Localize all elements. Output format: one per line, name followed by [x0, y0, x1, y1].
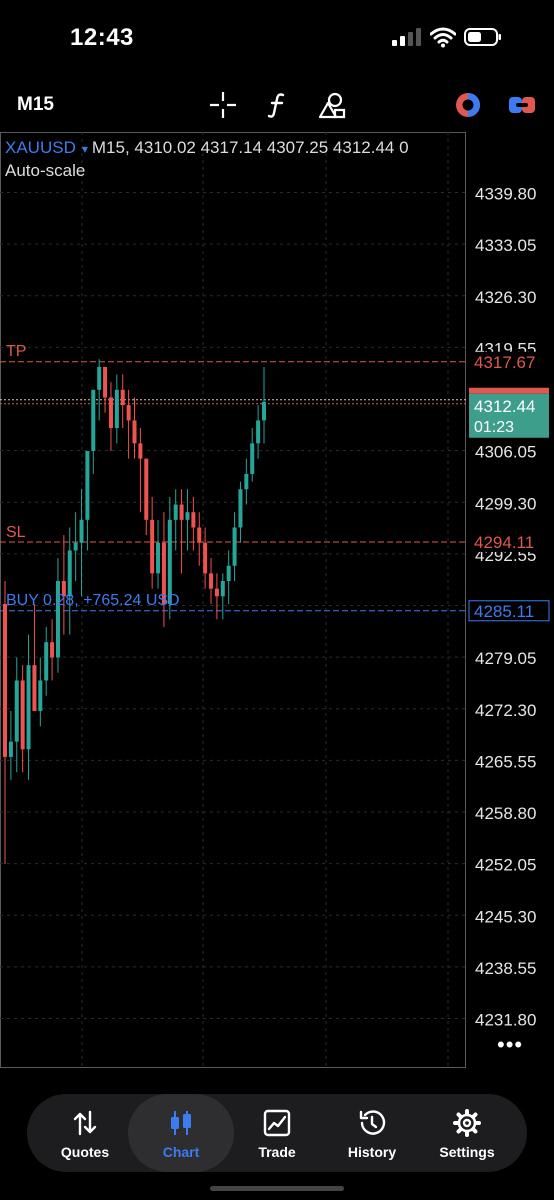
status-time: 12:43 [70, 24, 134, 51]
sl-price-tag-text: 4294.11 [474, 533, 534, 552]
candle-body [173, 504, 178, 520]
candle-body [14, 680, 19, 742]
candle-body [226, 565, 231, 582]
candle-body [250, 443, 255, 474]
crosshair-icon[interactable] [208, 90, 238, 120]
current-price-text: 4312.44 [474, 397, 535, 416]
autoscale-label: Auto-scale [5, 161, 86, 180]
candle-body [156, 542, 161, 574]
buy-price-tag-text: 4285.11 [474, 602, 534, 621]
tab-history[interactable]: History [324, 1094, 420, 1172]
more-icon[interactable]: ••• [497, 1032, 523, 1058]
chevron-down-icon[interactable]: ▾ [82, 142, 88, 156]
candle-body [20, 680, 25, 750]
timeframe-button[interactable]: M15 [17, 94, 54, 116]
quotes-arrows-icon [73, 1110, 97, 1136]
candle-body [209, 573, 214, 589]
link-icon[interactable] [507, 90, 537, 120]
tab-settings[interactable]: Settings [419, 1094, 515, 1172]
candle-body [85, 451, 90, 520]
symbol-name[interactable]: XAUUSD [5, 138, 76, 157]
price-tick-label: 4272.30 [475, 701, 536, 720]
candle-body [244, 473, 249, 490]
objects-icon[interactable] [317, 90, 347, 120]
tab-label-quotes: Quotes [60, 1144, 110, 1160]
wifi-icon [430, 27, 456, 48]
candle-body [114, 389, 119, 429]
candle-body [50, 642, 55, 658]
price-tick-label: 4339.80 [475, 185, 536, 204]
candle-body [97, 366, 102, 390]
candle-body [220, 581, 225, 597]
candle-body [197, 527, 202, 543]
candle-body [26, 665, 31, 750]
candle-body [144, 458, 149, 520]
price-tick-label: 4299.30 [475, 494, 536, 513]
candle-body [185, 512, 190, 520]
price-tick-label: 4252.05 [475, 856, 536, 875]
trade-chart-icon [263, 1109, 291, 1137]
home-indicator [210, 1186, 344, 1191]
cellular-signal-icon [392, 28, 421, 46]
price-tick-label: 4306.05 [475, 443, 536, 462]
candle-body [38, 680, 43, 712]
candle-body [214, 588, 219, 597]
ask-tag-strip [469, 387, 549, 394]
candle-body [91, 389, 96, 452]
settings-gear-icon [453, 1109, 481, 1137]
ohlc-values: M15, 4310.02 4317.14 4307.25 4312.44 0 [91, 138, 409, 157]
sl-label[interactable]: SL [6, 524, 26, 542]
battery-icon [464, 28, 501, 46]
tab-label-history: History [347, 1144, 397, 1160]
candle-body [203, 542, 208, 574]
countdown-text: 01:23 [474, 419, 514, 436]
tab-chart[interactable]: Chart [128, 1094, 234, 1172]
price-tick-label: 4333.05 [475, 236, 536, 255]
tab-quotes[interactable]: Quotes [37, 1094, 133, 1172]
candle-body [79, 519, 84, 543]
price-tick-label: 4265.55 [475, 752, 536, 771]
candle-body [256, 420, 261, 444]
tp-label[interactable]: TP [6, 343, 26, 361]
tp-price-tag-text: 4317.67 [474, 353, 535, 372]
candle-body [232, 527, 237, 566]
status-bar: 12:43 [0, 0, 554, 80]
candle-body [132, 420, 137, 444]
candle-body [67, 550, 72, 597]
function-icon[interactable] [263, 90, 293, 120]
candle-body [138, 443, 143, 459]
candle-body [179, 504, 184, 520]
candle-body [126, 405, 131, 421]
price-tick-label: 4258.80 [475, 804, 536, 823]
price-tick-label: 4231.80 [475, 1011, 536, 1030]
candle-body [108, 397, 113, 429]
candle-body [73, 542, 78, 551]
color-wheel-icon[interactable] [453, 90, 483, 120]
candle-body [32, 665, 37, 712]
candle-body [191, 512, 196, 528]
history-clock-icon [359, 1110, 386, 1135]
candlestick-icon [171, 1111, 191, 1135]
candle-body [44, 642, 49, 681]
tab-label-trade: Trade [258, 1144, 296, 1160]
candle-body [3, 603, 7, 757]
candle-body [238, 489, 243, 528]
chart-symbol-header[interactable]: XAUUSD ▾ M15, 4310.02 4317.14 4307.25 4312… [5, 138, 409, 158]
tab-label-settings: Settings [439, 1144, 495, 1160]
buy-position-label[interactable]: BUY 0.28, +765.24 USD [6, 592, 180, 610]
price-tick-label: 4238.55 [475, 959, 536, 978]
price-tick-label: 4279.05 [475, 649, 536, 668]
candle-body [8, 741, 13, 757]
candle-body [120, 389, 125, 406]
candle-body [150, 519, 155, 574]
candle-body [262, 401, 266, 421]
candle-body [103, 366, 108, 398]
price-tick-label: 4326.30 [475, 288, 536, 307]
tab-trade[interactable]: Trade [229, 1094, 325, 1172]
price-tick-label: 4245.30 [475, 907, 536, 926]
bottom-tab-bar: Quotes Chart Trade History Settings [27, 1094, 527, 1172]
tab-label-chart: Chart [162, 1144, 200, 1160]
chart-toolbar: M15 [0, 84, 554, 128]
